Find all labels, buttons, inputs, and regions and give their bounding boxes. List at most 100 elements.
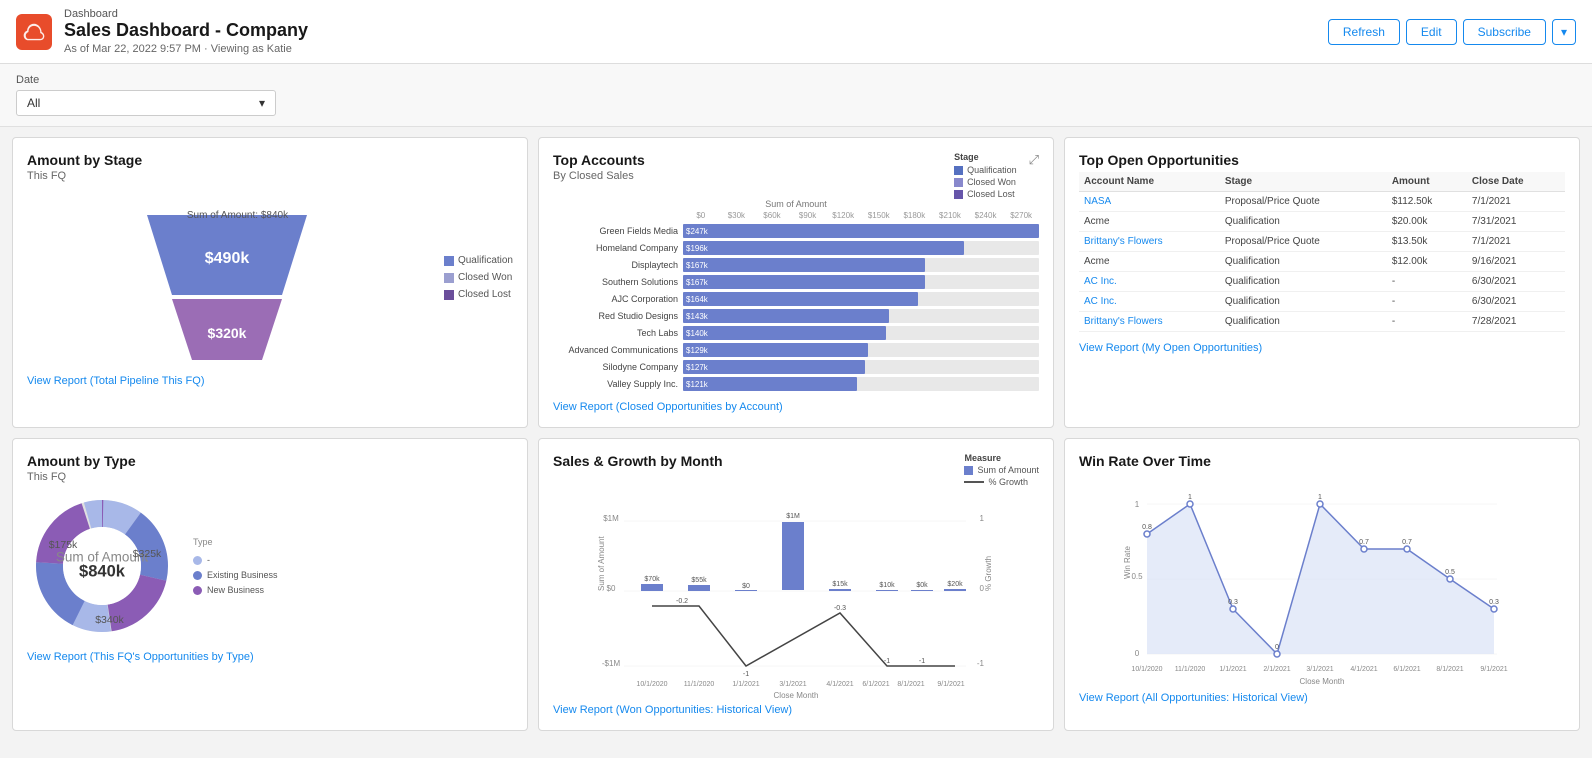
growth-panel-title: Sales & Growth by Month (553, 453, 723, 469)
header-subtitle: As of Mar 22, 2022 9:57 PM · Viewing as … (64, 43, 308, 55)
type-dash-legend: - (193, 555, 278, 565)
winrate-chart: 1 0.5 0 0.8 1 0.3 (1079, 479, 1565, 679)
opps-date-cell: 7/1/2021 (1467, 192, 1565, 212)
accounts-bar-track: $143k (683, 309, 1039, 323)
winrate-view-report-link[interactable]: View Report (All Opportunities: Historic… (1079, 692, 1565, 704)
svg-text:$1M: $1M (786, 513, 800, 520)
svg-text:$340k: $340k (95, 614, 124, 626)
type-panel-subtitle: This FQ (27, 471, 513, 483)
accounts-bar-value: $143k (683, 312, 708, 321)
app-icon (16, 14, 52, 50)
col-amount: Amount (1387, 172, 1467, 192)
growth-chart: $1M $0 -$1M 1 0 -1 $70k $55k $0 $1M (553, 491, 1039, 691)
svg-text:0: 0 (1135, 649, 1140, 658)
point-6 (1361, 546, 1367, 552)
opps-account-cell[interactable]: Brittany's Flowers (1079, 232, 1220, 252)
growth-line (652, 606, 955, 666)
expand-icon[interactable]: ⤢ (1029, 152, 1039, 168)
point-5 (1317, 501, 1323, 507)
accounts-bar-fill: $121k (683, 377, 857, 391)
svg-text:3/1/2021: 3/1/2021 (779, 681, 806, 688)
svg-text:$490k: $490k (205, 250, 250, 267)
svg-text:0.3: 0.3 (1228, 599, 1238, 606)
opps-stage-cell: Proposal/Price Quote (1220, 192, 1387, 212)
svg-text:-0.3: -0.3 (834, 605, 846, 612)
accounts-bar-value: $129k (683, 346, 708, 355)
opps-account-cell[interactable]: AC Inc. (1079, 292, 1220, 312)
opps-stage-cell: Qualification (1220, 212, 1387, 232)
svg-text:Close Month: Close Month (1300, 677, 1345, 686)
svg-text:$55k: $55k (691, 577, 707, 584)
accounts-bar-track: $121k (683, 377, 1039, 391)
accounts-bar-value: $121k (683, 380, 708, 389)
svg-text:$0k: $0k (916, 582, 928, 589)
opps-account-cell[interactable]: Brittany's Flowers (1079, 312, 1220, 332)
opps-account-cell: Acme (1079, 212, 1220, 232)
growth-view-report-link[interactable]: View Report (Won Opportunities: Historic… (553, 704, 1039, 716)
opps-amount-cell: - (1387, 292, 1467, 312)
growth-measure-label: Measure (964, 453, 1039, 463)
accounts-view-report-link[interactable]: View Report (Closed Opportunities by Acc… (553, 401, 1039, 413)
more-options-button[interactable]: ▾ (1552, 19, 1576, 45)
svg-text:2/1/2021: 2/1/2021 (1263, 666, 1290, 673)
page-title: Sales Dashboard - Company (64, 20, 308, 41)
accounts-won-legend: Closed Won (954, 177, 1017, 187)
svg-text:$175k: $175k (49, 539, 78, 551)
accounts-bar-track: $164k (683, 292, 1039, 306)
svg-text:-1: -1 (919, 658, 925, 665)
accounts-bar-fill: $143k (683, 309, 889, 323)
svg-text:8/1/2021: 8/1/2021 (897, 681, 924, 688)
accounts-bar-value: $167k (683, 278, 708, 287)
opps-table-row: AC Inc.Qualification-6/30/2021 (1079, 272, 1565, 292)
accounts-bar-value: $140k (683, 329, 708, 338)
opps-account-cell[interactable]: AC Inc. (1079, 272, 1220, 292)
accounts-bar-fill: $196k (683, 241, 964, 255)
accounts-bar-value: $127k (683, 363, 708, 372)
closed-won-legend: Closed Won (444, 272, 513, 283)
stage-legend: Qualification (444, 255, 513, 266)
panel-top-opps: Top Open Opportunities Account Name Stag… (1064, 137, 1580, 428)
refresh-button[interactable]: Refresh (1328, 19, 1400, 45)
date-filter-select[interactable]: All ▾ (16, 90, 276, 116)
svg-text:1: 1 (1188, 494, 1192, 501)
stage-view-report-link[interactable]: View Report (Total Pipeline This FQ) (27, 375, 513, 387)
accounts-bar-row: Silodyne Company$127k (553, 360, 1039, 374)
accounts-bar-name: Red Studio Designs (553, 311, 683, 321)
accounts-bar-row: Advanced Communications$129k (553, 343, 1039, 357)
subscribe-button[interactable]: Subscribe (1463, 19, 1546, 45)
edit-button[interactable]: Edit (1406, 19, 1457, 45)
opps-table-row: Brittany's FlowersProposal/Price Quote$1… (1079, 232, 1565, 252)
accounts-bar-name: Valley Supply Inc. (553, 379, 683, 389)
closed-won-legend-label: Closed Won (458, 272, 512, 283)
opps-view-report-link[interactable]: View Report (My Open Opportunities) (1079, 342, 1565, 354)
svg-text:1/1/2021: 1/1/2021 (1219, 666, 1246, 673)
svg-text:-1: -1 (977, 659, 985, 668)
svg-text:0.7: 0.7 (1359, 539, 1369, 546)
svg-text:0: 0 (1275, 644, 1279, 651)
accounts-bar-name: Homeland Company (553, 243, 683, 253)
accounts-bar-name: AJC Corporation (553, 294, 683, 304)
opps-stage-cell: Qualification (1220, 272, 1387, 292)
svg-text:9/1/2021: 9/1/2021 (1480, 666, 1507, 673)
stage-panel-title: Amount by Stage (27, 152, 513, 168)
accounts-x-axis-label: Sum of Amount (553, 199, 1039, 209)
svg-text:-1: -1 (884, 658, 890, 665)
accounts-bar-track: $196k (683, 241, 1039, 255)
opps-table-row: AC Inc.Qualification-6/30/2021 (1079, 292, 1565, 312)
svg-text:0.8: 0.8 (1142, 524, 1152, 531)
closed-lost-legend: Closed Lost (444, 289, 513, 300)
accounts-bar-fill: $127k (683, 360, 865, 374)
type-view-report-link[interactable]: View Report (This FQ's Opportunities by … (27, 651, 513, 663)
qualification-legend-label: Qualification (458, 255, 513, 266)
opps-table: Account Name Stage Amount Close Date NAS… (1079, 172, 1565, 332)
accounts-bar-fill: $129k (683, 343, 868, 357)
col-stage: Stage (1220, 172, 1387, 192)
accounts-bar-row: Displaytech$167k (553, 258, 1039, 272)
accounts-bar-track: $167k (683, 275, 1039, 289)
bar-aug2021 (911, 590, 933, 591)
bar-jun2021 (829, 589, 851, 591)
opps-account-cell[interactable]: NASA (1079, 192, 1220, 212)
date-filter-value: All (27, 96, 40, 110)
svg-text:$840k: $840k (79, 563, 126, 581)
svg-text:3/1/2021: 3/1/2021 (1306, 666, 1333, 673)
